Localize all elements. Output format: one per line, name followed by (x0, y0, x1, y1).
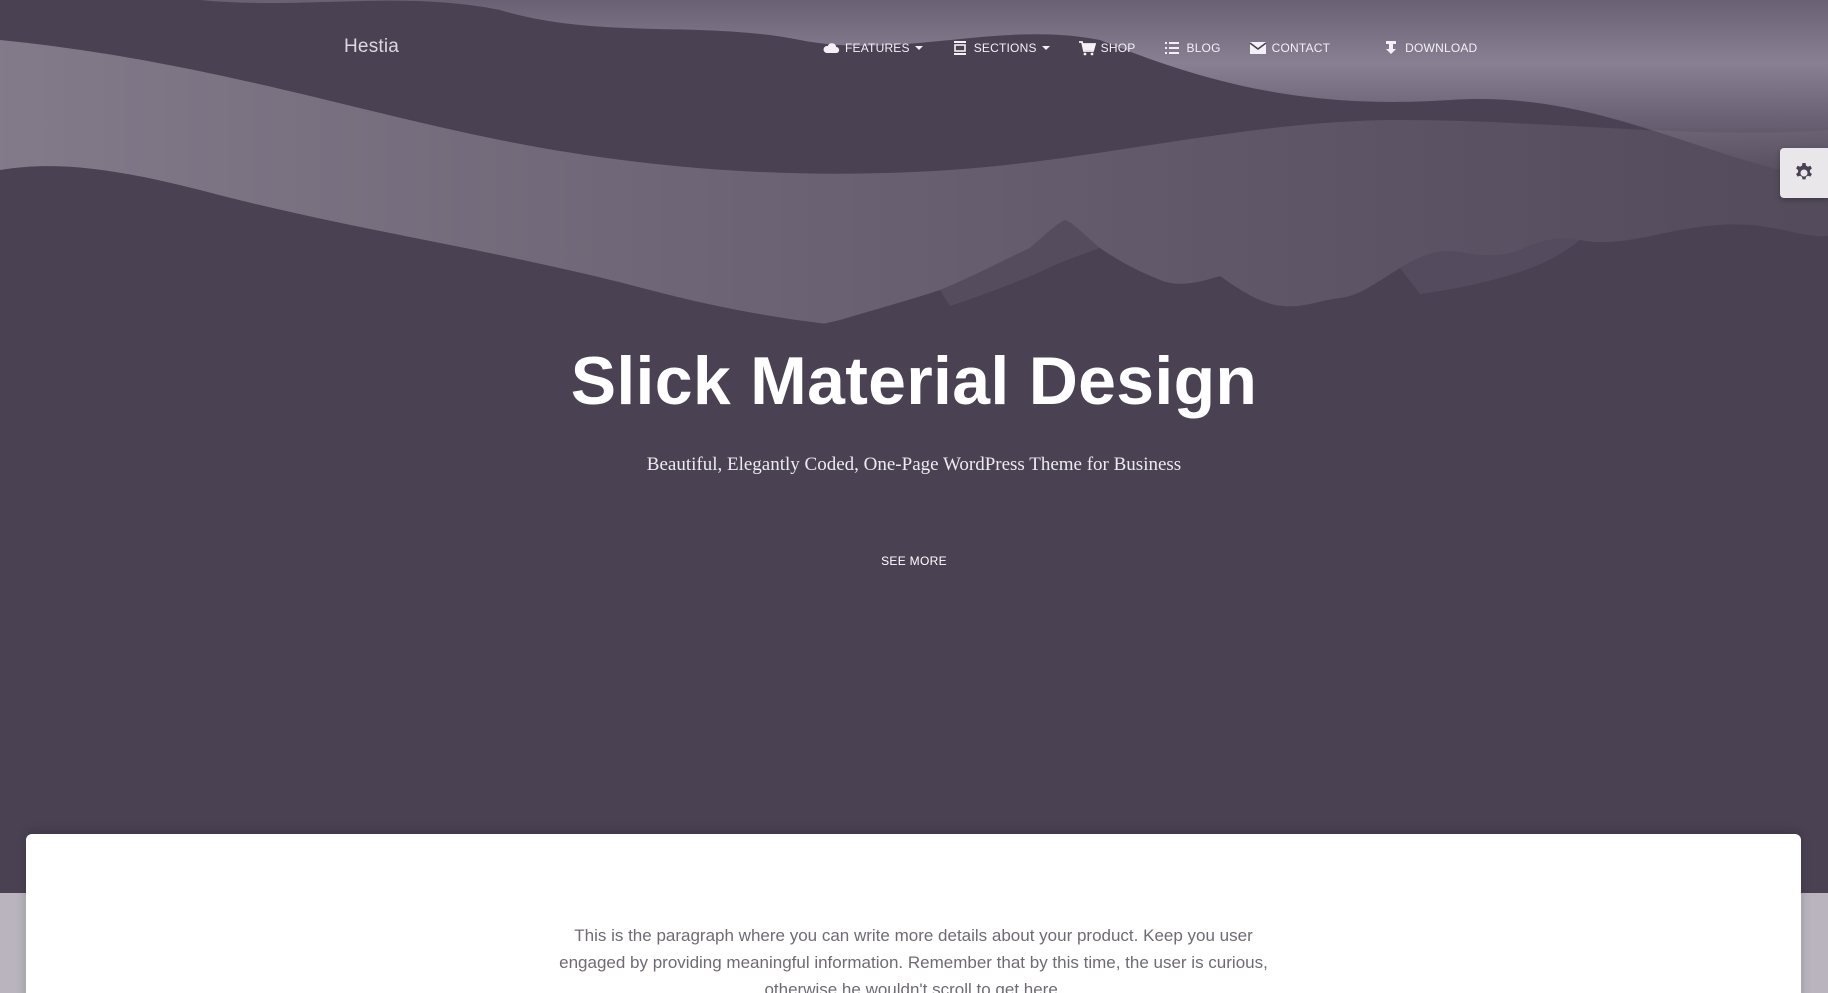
content-card: This is the paragraph where you can writ… (26, 834, 1801, 993)
nav-item-label: DOWNLOAD (1405, 41, 1478, 55)
see-more-button[interactable]: SEE MORE (864, 554, 964, 576)
nav-item-features[interactable]: FEATURES (822, 40, 923, 56)
gear-icon (1796, 163, 1812, 180)
nav-item-sections[interactable]: SECTIONS (951, 40, 1050, 56)
paragraph-line: otherwise he wouldn't scroll to get here… (764, 980, 1063, 993)
nav-item-label: FEATURES (845, 41, 910, 55)
brand-logo[interactable]: Hestia (344, 36, 399, 58)
settings-button[interactable] (1780, 148, 1828, 198)
paragraph-line: This is the paragraph where you can writ… (574, 926, 1253, 945)
nav-item-contact[interactable]: CONTACT (1249, 40, 1331, 56)
cart-icon (1078, 40, 1096, 56)
download-icon (1382, 40, 1400, 56)
sections-icon (951, 40, 969, 56)
list-icon (1163, 40, 1181, 56)
envelope-icon (1249, 40, 1267, 56)
paragraph-line: engaged by providing meaningful informat… (559, 953, 1268, 972)
intro-paragraph: This is the paragraph where you can writ… (26, 922, 1801, 993)
hero-subtitle: Beautiful, Elegantly Coded, One-Page Wor… (646, 454, 1182, 475)
nav-item-label: SHOP (1100, 41, 1136, 55)
hero-title: Slick Material Design (570, 343, 1258, 419)
hero-section (0, 0, 1828, 893)
top-navbar: Hestia FEATURES SECTIONS SHOP BLOG CONTA… (0, 0, 1828, 96)
page: Hestia FEATURES SECTIONS SHOP BLOG CONTA… (0, 0, 1828, 993)
cloud-icon (822, 40, 840, 56)
nav-item-download[interactable]: DOWNLOAD (1382, 40, 1477, 56)
nav-item-label: CONTACT (1271, 41, 1331, 55)
nav-item-label: BLOG (1186, 41, 1221, 55)
nav-item-label: SECTIONS (973, 41, 1037, 55)
chevron-down-icon (914, 46, 923, 50)
main-menu: FEATURES SECTIONS SHOP BLOG CONTACT DOWN… (822, 36, 1477, 60)
nav-item-shop[interactable]: SHOP (1078, 40, 1136, 56)
chevron-down-icon (1041, 46, 1050, 50)
nav-item-blog[interactable]: BLOG (1163, 40, 1220, 56)
hero-background-image (0, 0, 1828, 893)
